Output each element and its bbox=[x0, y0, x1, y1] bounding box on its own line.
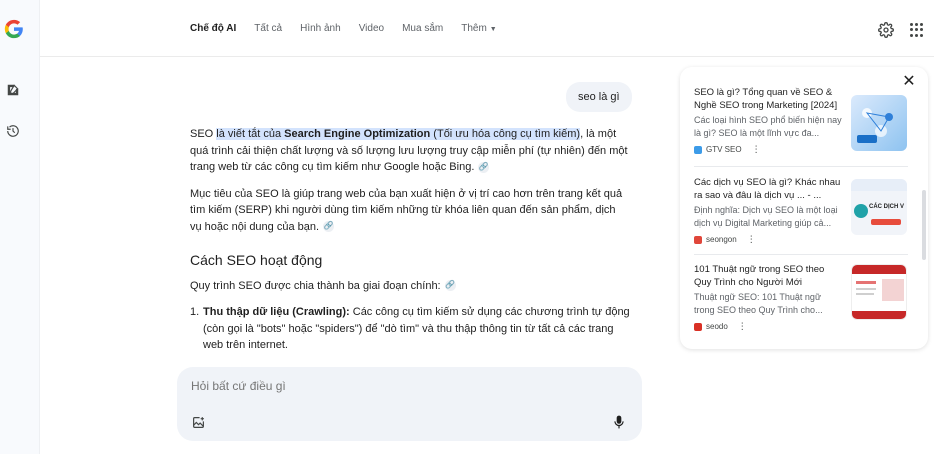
source-name: seongon bbox=[706, 235, 737, 244]
source-site: seodo ⋮ bbox=[694, 321, 908, 332]
more-options-icon[interactable]: ⋮ bbox=[738, 321, 747, 332]
tab-video[interactable]: Video bbox=[359, 23, 384, 34]
list-item-title: Thu thập dữ liệu (Crawling): bbox=[203, 306, 350, 318]
ai-answer: SEO là viết tắt của Search Engine Optimi… bbox=[190, 126, 630, 354]
site-favicon-icon bbox=[694, 322, 702, 331]
divider bbox=[694, 166, 908, 167]
header-divider bbox=[40, 56, 934, 57]
caret-down-icon: ▼ bbox=[489, 26, 497, 33]
tab-images[interactable]: Hình ảnh bbox=[300, 23, 341, 34]
answer-text: Quy trình SEO được chia thành ba giai đo… bbox=[190, 279, 441, 292]
ask-anything-input[interactable] bbox=[191, 379, 571, 393]
apps-grid-icon[interactable] bbox=[910, 23, 924, 37]
new-chat-icon[interactable] bbox=[5, 82, 21, 98]
source-name: seodo bbox=[706, 322, 728, 331]
source-thumbnail bbox=[851, 95, 907, 151]
link-icon[interactable]: 🔗 bbox=[478, 161, 490, 173]
search-mode-tabs: Chế độ AI Tất cả Hình ảnh Video Mua sắm … bbox=[190, 23, 497, 34]
more-options-icon[interactable]: ⋮ bbox=[752, 144, 761, 155]
steps-list: 1. Thu thập dữ liệu (Crawling): Các công … bbox=[190, 304, 630, 354]
highlight-text: (Tối ưu hóa công cụ tìm kiếm) bbox=[430, 128, 581, 140]
panel-scrollbar[interactable] bbox=[922, 190, 926, 260]
answer-highlight[interactable]: là viết tắt của Search Engine Optimizati… bbox=[216, 128, 581, 140]
thumbnail-text: CÁC DỊCH V bbox=[869, 204, 905, 210]
answer-text: SEO bbox=[190, 128, 217, 140]
site-favicon-icon bbox=[694, 235, 702, 244]
history-icon[interactable] bbox=[5, 123, 21, 139]
source-thumbnail bbox=[851, 264, 907, 320]
source-card[interactable]: SEO là gì? Tổng quan về SEO & Nghề SEO t… bbox=[694, 87, 908, 155]
left-rail bbox=[0, 0, 40, 454]
settings-gear-icon[interactable] bbox=[878, 22, 894, 38]
list-number: 1. bbox=[190, 306, 200, 318]
tab-all[interactable]: Tất cả bbox=[254, 23, 282, 34]
source-thumbnail: CÁC DỊCH V bbox=[851, 179, 907, 235]
source-title: Các dịch vụ SEO là gì? Khác nhau ra sao … bbox=[694, 177, 841, 201]
tab-more[interactable]: Thêm ▼ bbox=[461, 23, 497, 34]
list-item: 1. Thu thập dữ liệu (Crawling): Các công … bbox=[190, 304, 630, 354]
sources-panel: ✕ SEO là gì? Tổng quan về SEO & Nghề SEO… bbox=[680, 67, 928, 349]
source-snippet: Thuật ngữ SEO: 101 Thuật ngữ trong SEO t… bbox=[694, 292, 823, 315]
source-title: 101 Thuật ngữ trong SEO theo Quy Trình c… bbox=[694, 264, 825, 288]
tab-shopping[interactable]: Mua sắm bbox=[402, 23, 443, 34]
answer-text: Mục tiêu của SEO là giúp trang web của b… bbox=[190, 187, 623, 233]
divider bbox=[694, 254, 908, 255]
section-heading: Cách SEO hoạt động bbox=[190, 252, 323, 268]
add-image-icon[interactable] bbox=[192, 416, 205, 429]
prompt-box bbox=[177, 367, 642, 441]
google-logo[interactable] bbox=[3, 18, 25, 40]
answer-paragraph: Mục tiêu của SEO là giúp trang web của b… bbox=[190, 186, 630, 236]
microphone-icon[interactable] bbox=[613, 415, 625, 429]
tab-more-label: Thêm bbox=[461, 23, 487, 34]
answer-paragraph: Quy trình SEO được chia thành ba giai đo… bbox=[190, 278, 630, 295]
source-site: seongon ⋮ bbox=[694, 234, 908, 245]
more-options-icon[interactable]: ⋮ bbox=[747, 234, 756, 245]
source-name: GTV SEO bbox=[706, 145, 742, 154]
highlight-text: là viết tắt của bbox=[216, 128, 285, 140]
link-icon[interactable]: 🔗 bbox=[323, 221, 335, 233]
source-snippet: Các loại hình SEO phổ biến hiện nay là g… bbox=[694, 115, 842, 138]
site-favicon-icon bbox=[694, 145, 702, 154]
link-icon[interactable]: 🔗 bbox=[444, 280, 456, 292]
answer-paragraph: SEO là viết tắt của Search Engine Optimi… bbox=[190, 126, 630, 176]
close-icon[interactable]: ✕ bbox=[901, 74, 917, 90]
user-query-bubble: seo là gì bbox=[566, 82, 632, 112]
tab-ai-mode[interactable]: Chế độ AI bbox=[190, 23, 236, 34]
source-card[interactable]: 101 Thuật ngữ trong SEO theo Quy Trình c… bbox=[694, 264, 908, 332]
source-card[interactable]: Các dịch vụ SEO là gì? Khác nhau ra sao … bbox=[694, 177, 908, 245]
source-snippet: Định nghĩa: Dịch vụ SEO là một loại dịch… bbox=[694, 205, 838, 228]
source-title: SEO là gì? Tổng quan về SEO & Nghề SEO t… bbox=[694, 87, 838, 111]
highlight-bold-text: Search Engine Optimization bbox=[284, 128, 431, 140]
